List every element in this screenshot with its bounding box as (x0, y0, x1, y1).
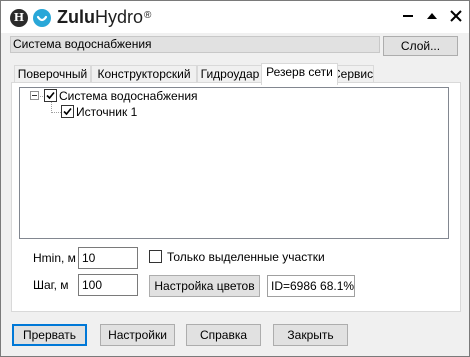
tab-strip: Поверочный Конструкторский Гидроудар Рез… (11, 63, 461, 85)
tree-connector (51, 112, 61, 113)
zulu-h-logo-icon: H (10, 9, 28, 27)
network-tree[interactable]: Система водоснабжения Источник 1 (19, 87, 449, 239)
smile-logo-icon (33, 9, 51, 27)
source-checkbox[interactable] (61, 105, 74, 118)
hmin-input[interactable]: 10 (78, 247, 138, 269)
status-readout: ID=6986 68.1% (267, 275, 355, 297)
hmin-label: Hmin, м (33, 251, 76, 265)
only-selected-label[interactable]: Только выделенные участки (167, 249, 325, 265)
step-input[interactable]: 100 (78, 274, 138, 296)
tab-network-reserve[interactable]: Резерв сети (261, 63, 338, 85)
maximize-icon[interactable] (424, 9, 440, 23)
dialog-window: H ZuluHydro® Система водоснабжения Слой.… (0, 0, 470, 357)
tree-child-label[interactable]: Источник 1 (76, 104, 137, 120)
close-button[interactable]: Закрыть (273, 324, 348, 346)
layer-field: Система водоснабжения (10, 36, 380, 53)
title-bar: H ZuluHydro® (1, 1, 469, 33)
app-title: ZuluHydro® (57, 7, 152, 27)
collapse-icon[interactable] (30, 91, 39, 100)
settings-button[interactable]: Настройки (100, 324, 175, 346)
close-icon[interactable] (448, 9, 464, 23)
tree-root-label[interactable]: Система водоснабжения (59, 88, 198, 104)
help-button[interactable]: Справка (186, 324, 261, 346)
color-settings-button[interactable]: Настройка цветов (149, 275, 260, 297)
layer-button[interactable]: Слой... (383, 36, 458, 56)
only-selected-checkbox[interactable] (149, 250, 162, 263)
minimize-icon[interactable] (400, 9, 416, 23)
abort-button[interactable]: Прервать (12, 324, 87, 346)
root-checkbox[interactable] (44, 89, 57, 102)
step-label: Шаг, м (33, 278, 69, 292)
